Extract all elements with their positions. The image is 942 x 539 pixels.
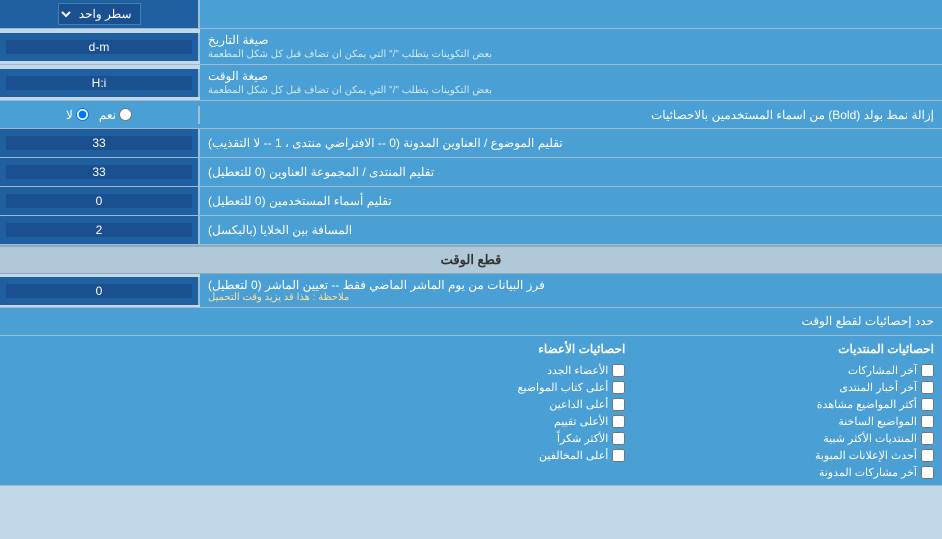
- date-format-input[interactable]: [6, 40, 192, 54]
- forum-trim-label: تقليم المنتدى / المجموعة العناوين (0 للت…: [200, 158, 942, 186]
- time-format-input[interactable]: [6, 76, 192, 90]
- titles-trim-row: تقليم الموضوع / العناوين المدونة (0 -- ا…: [0, 129, 942, 158]
- users-trim-input[interactable]: [6, 194, 192, 208]
- member-stats-col: احصائيات الأعضاء الأعضاء الجدد أعلى كتاب…: [317, 342, 626, 479]
- date-format-row: صيغة التاريخ بعض التكوينات يتطلب "/" الت…: [0, 29, 942, 65]
- label-latest-ads: أحدث الإعلانات المبوبة: [815, 449, 917, 462]
- label-latest-news: آخر أخبار المنتدى: [839, 381, 917, 394]
- bold-radio-options: نعم لا: [0, 106, 200, 124]
- main-container: سطر واحد صيغة التاريخ بعض التكوينات يتطل…: [0, 0, 942, 486]
- label-top-writers: أعلى كتاب المواضيع: [518, 381, 609, 394]
- list-item: المنتديات الأكثر شبية: [625, 432, 934, 445]
- users-trim-value[interactable]: [0, 187, 200, 215]
- label-most-similar: المنتديات الأكثر شبية: [823, 432, 917, 445]
- list-item: المواضيع الساخنة: [625, 415, 934, 428]
- list-item: آخر أخبار المنتدى: [625, 381, 934, 394]
- title-row: سطر واحد: [0, 0, 942, 29]
- list-item: آخر مشاركات المدونة: [625, 466, 934, 479]
- checkbox-most-thanked[interactable]: [612, 432, 625, 445]
- label-top-inviters: أعلى الداعين: [549, 398, 608, 411]
- checkboxes-area: احصائيات المنتديات آخر المشاركات آخر أخب…: [0, 336, 942, 486]
- checkbox-top-violators[interactable]: [612, 449, 625, 462]
- forum-trim-value[interactable]: [0, 158, 200, 186]
- page-title: [200, 10, 942, 18]
- list-item: الأعضاء الجدد: [317, 364, 626, 377]
- checkbox-latest-blog-posts[interactable]: [921, 466, 934, 479]
- radio-no[interactable]: [76, 108, 89, 121]
- checkbox-most-viewed[interactable]: [921, 398, 934, 411]
- space-label: المسافة بين الخلايا (بالبكسل): [200, 216, 942, 244]
- label-most-thanked: الأكثر شكراً: [557, 432, 608, 445]
- list-item: الأعلى تقييم: [317, 415, 626, 428]
- radio-no-label[interactable]: لا: [66, 108, 89, 122]
- time-format-value[interactable]: [0, 69, 200, 97]
- users-trim-label: تقليم أسماء المستخدمين (0 للتعطيل): [200, 187, 942, 215]
- forum-trim-row: تقليم المنتدى / المجموعة العناوين (0 للت…: [0, 158, 942, 187]
- label-latest-blog-posts: آخر مشاركات المدونة: [819, 466, 917, 479]
- space-value[interactable]: [0, 216, 200, 244]
- titles-trim-label: تقليم الموضوع / العناوين المدونة (0 -- ا…: [200, 129, 942, 157]
- list-item: آخر المشاركات: [625, 364, 934, 377]
- time-format-row: صيغة الوقت بعض التكوينات يتطلب "/" التي …: [0, 65, 942, 101]
- list-item: أحدث الإعلانات المبوبة: [625, 449, 934, 462]
- realtime-value[interactable]: [0, 277, 200, 305]
- checkbox-top-rated[interactable]: [612, 415, 625, 428]
- list-item: أعلى الداعين: [317, 398, 626, 411]
- label-top-rated: الأعلى تقييم: [554, 415, 608, 428]
- realtime-input[interactable]: [6, 284, 192, 298]
- checkbox-hot-topics[interactable]: [921, 415, 934, 428]
- label-hot-topics: المواضيع الساخنة: [838, 415, 917, 428]
- checkbox-most-similar[interactable]: [921, 432, 934, 445]
- radio-yes-label[interactable]: نعم: [99, 108, 132, 122]
- top-dropdown[interactable]: سطر واحد: [0, 0, 200, 28]
- label-new-members: الأعضاء الجدد: [547, 364, 608, 377]
- checkbox-latest-posts[interactable]: [921, 364, 934, 377]
- stats-limit-label: حدد إحصائيات لقطع الوقت: [8, 314, 934, 328]
- label-most-viewed: أكثر المواضيع مشاهدة: [817, 398, 917, 411]
- checkbox-latest-ads[interactable]: [921, 449, 934, 462]
- checkbox-top-writers[interactable]: [612, 381, 625, 394]
- radio-yes[interactable]: [119, 108, 132, 121]
- checkbox-top-inviters[interactable]: [612, 398, 625, 411]
- time-format-label: صيغة الوقت بعض التكوينات يتطلب "/" التي …: [200, 65, 942, 100]
- list-item: أعلى المخالفين: [317, 449, 626, 462]
- lines-select[interactable]: سطر واحد: [58, 3, 141, 25]
- titles-trim-value[interactable]: [0, 129, 200, 157]
- list-item: أكثر المواضيع مشاهدة: [625, 398, 934, 411]
- checkboxes-grid: احصائيات المنتديات آخر المشاركات آخر أخب…: [8, 342, 934, 479]
- bold-label: إزالة نمط بولد (Bold) من اسماء المستخدمي…: [200, 104, 942, 126]
- label-top-violators: أعلى المخالفين: [539, 449, 608, 462]
- label-latest-posts: آخر المشاركات: [848, 364, 917, 377]
- date-format-value[interactable]: [0, 33, 200, 61]
- stats-limit-row: حدد إحصائيات لقطع الوقت: [0, 308, 942, 336]
- list-item: الأكثر شكراً: [317, 432, 626, 445]
- list-item: أعلى كتاب المواضيع: [317, 381, 626, 394]
- col1-header: احصائيات المنتديات: [625, 342, 934, 356]
- space-row: المسافة بين الخلايا (بالبكسل): [0, 216, 942, 245]
- forum-trim-input[interactable]: [6, 165, 192, 179]
- realtime-label: فرز البيانات من يوم الماشر الماضي فقط --…: [200, 274, 942, 307]
- titles-trim-input[interactable]: [6, 136, 192, 150]
- stats-limit-col: [8, 342, 317, 479]
- bold-row: إزالة نمط بولد (Bold) من اسماء المستخدمي…: [0, 101, 942, 129]
- checkbox-new-members[interactable]: [612, 364, 625, 377]
- realtime-section-header: قطع الوقت: [0, 245, 942, 274]
- checkbox-latest-news[interactable]: [921, 381, 934, 394]
- col2-header: احصائيات الأعضاء: [317, 342, 626, 356]
- space-input[interactable]: [6, 223, 192, 237]
- date-format-label: صيغة التاريخ بعض التكوينات يتطلب "/" الت…: [200, 29, 942, 64]
- forum-stats-col: احصائيات المنتديات آخر المشاركات آخر أخب…: [625, 342, 934, 479]
- realtime-row: فرز البيانات من يوم الماشر الماضي فقط --…: [0, 274, 942, 308]
- users-trim-row: تقليم أسماء المستخدمين (0 للتعطيل): [0, 187, 942, 216]
